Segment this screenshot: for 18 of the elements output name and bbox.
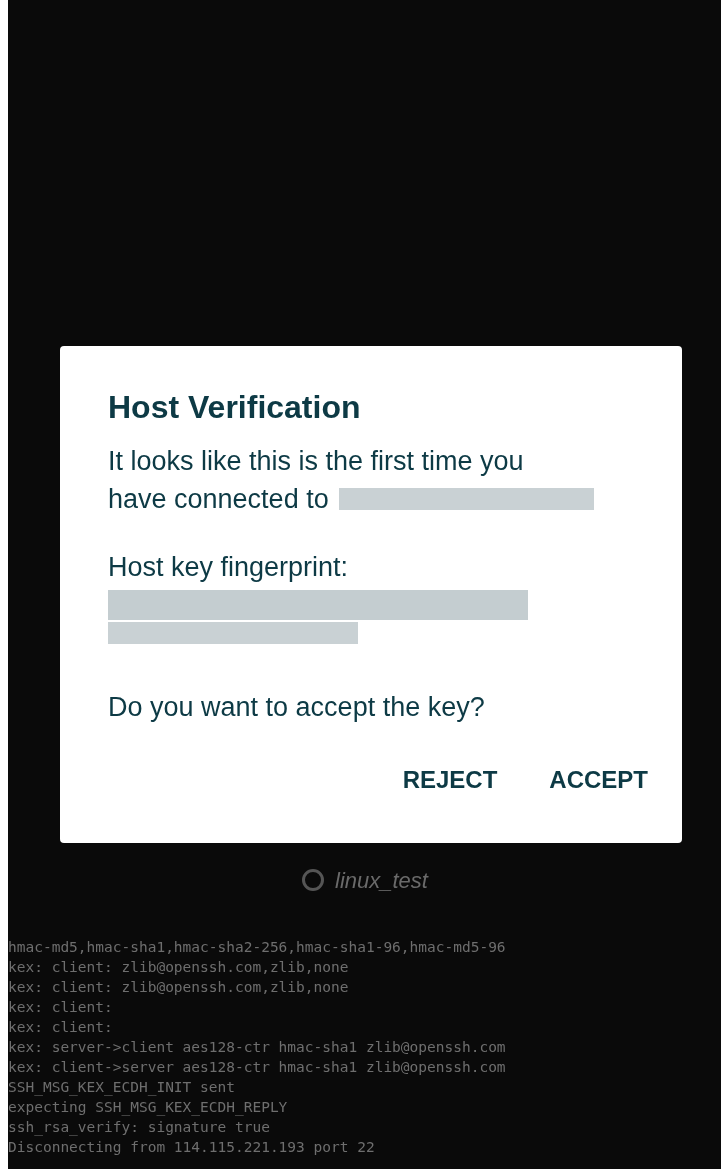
log-line: kex: client:	[8, 1018, 114, 1037]
fingerprint-label: Host key fingerprint:	[108, 551, 350, 584]
log-line: expecting SSH_MSG_KEX_ECDH_REPLY	[8, 1098, 289, 1117]
log-line: kex: client:	[8, 998, 114, 1017]
log-line: ssh_rsa_verify: signature true	[8, 1118, 271, 1137]
log-line: kex: client: zlib@openssh.com,zlib,none	[8, 958, 350, 977]
log-line: kex: server->client aes128-ctr hmac-sha1 zlib@openssh.com	[8, 1038, 507, 1057]
host-label: linux_test	[335, 866, 428, 895]
dialog-question: Do you want to accept the key?	[108, 691, 486, 724]
log-line: kex: client->server aes128-ctr hmac-sha1 zlib@openssh.com	[8, 1058, 507, 1077]
log-line: Disconnecting from 114.115.221.193 port 22	[8, 1138, 376, 1157]
log-line: kex: client: zlib@openssh.com,zlib,none	[8, 978, 350, 997]
loading-spinner-icon	[301, 868, 325, 892]
dialog-message-line: have connected to	[108, 483, 329, 516]
log-line: SSH_MSG_KEX_ECDH_INIT sent	[8, 1078, 236, 1097]
dialog-title: Host Verification	[108, 388, 362, 427]
dialog-message-line: It looks like this is the first time you	[108, 445, 525, 478]
log-line: hmac-md5,hmac-sha1,hmac-sha2-256,hmac-sha1-96,hmac-md5-96	[8, 938, 507, 957]
